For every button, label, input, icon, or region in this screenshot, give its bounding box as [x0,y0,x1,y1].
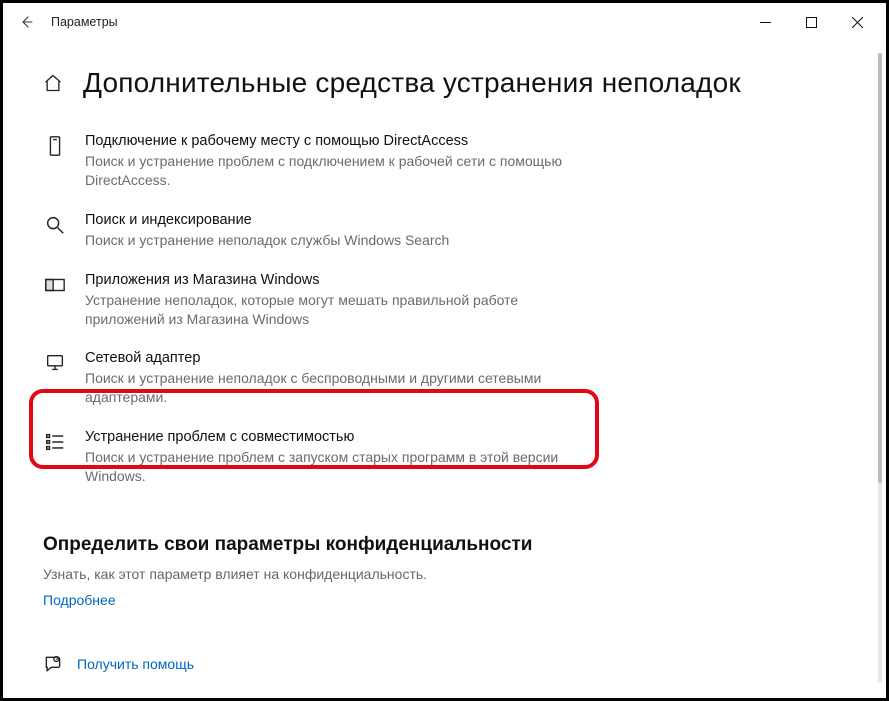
workplace-icon [43,135,67,159]
home-icon[interactable] [43,73,63,93]
store-app-icon [43,274,67,298]
item-title: Сетевой адаптер [85,350,573,366]
content-area: Дополнительные средства устранения непол… [3,49,886,698]
back-button[interactable] [13,8,41,36]
item-title: Поиск и индексирование [85,212,573,228]
privacy-more-link[interactable]: Подробнее [43,592,603,608]
item-desc: Поиск и устранение проблем с запуском ст… [85,448,573,486]
item-directaccess[interactable]: Подключение к рабочему месту с помощью D… [43,125,573,204]
close-button[interactable] [834,6,880,38]
minimize-button[interactable] [742,6,788,38]
help-row: Получить помощь [43,654,886,674]
item-title: Устранение проблем с совместимостью [85,429,573,445]
item-compatibility[interactable]: Устранение проблем с совместимостью Поис… [43,421,573,500]
item-search-indexing[interactable]: Поиск и индексирование Поиск и устранени… [43,204,573,264]
privacy-desc: Узнать, как этот параметр влияет на конф… [43,566,603,582]
item-desc: Поиск и устранение неполадок службы Wind… [85,231,573,250]
search-icon [43,214,67,238]
item-desc: Поиск и устранение проблем с подключение… [85,152,573,190]
troubleshooter-list: Подключение к рабочему месту с помощью D… [43,125,886,500]
item-title: Подключение к рабочему месту с помощью D… [85,133,573,149]
window-title: Параметры [51,15,742,29]
get-help-link[interactable]: Получить помощь [77,656,194,672]
heading-row: Дополнительные средства устранения непол… [43,67,886,99]
page-title: Дополнительные средства устранения непол… [83,67,741,99]
item-desc: Устранение неполадок, которые могут меша… [85,291,573,329]
item-store-apps[interactable]: Приложения из Магазина Windows Устранени… [43,264,573,343]
scrollbar-thumb[interactable] [878,53,882,483]
help-icon [43,654,63,674]
privacy-heading: Определить свои параметры конфиденциальн… [43,534,603,556]
compatibility-list-icon [43,431,67,455]
privacy-section: Определить свои параметры конфиденциальн… [43,534,603,608]
item-title: Приложения из Магазина Windows [85,272,573,288]
item-desc: Поиск и устранение неполадок с беспровод… [85,369,573,407]
window-controls [742,6,880,38]
titlebar: Параметры [3,3,886,41]
network-adapter-icon [43,352,67,376]
maximize-button[interactable] [788,6,834,38]
item-network-adapter[interactable]: Сетевой адаптер Поиск и устранение непол… [43,342,573,421]
scrollbar[interactable] [878,53,882,683]
